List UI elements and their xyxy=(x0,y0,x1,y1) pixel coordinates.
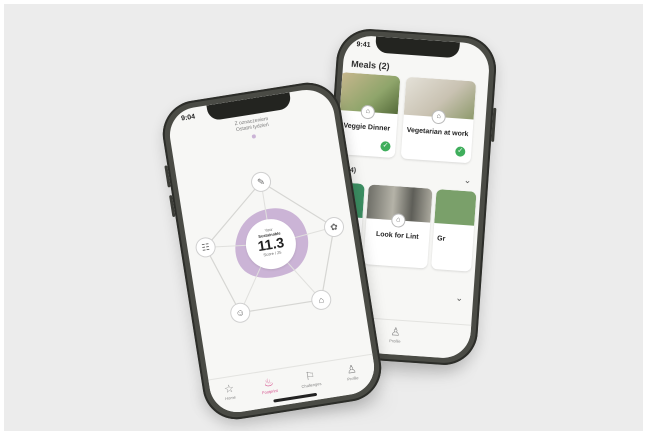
chevron-down-icon[interactable]: ⌄ xyxy=(455,293,463,304)
status-time: 9:04 xyxy=(180,113,196,123)
nav-item-challenges[interactable]: ⚐ Challenges xyxy=(294,368,326,390)
notch xyxy=(375,36,460,59)
meal-icon: ⌂ xyxy=(361,105,375,119)
side-button xyxy=(491,107,497,142)
side-button xyxy=(169,194,176,218)
nav-item-profile[interactable]: ♙ Profile xyxy=(380,325,411,345)
section-title: Meals (2) xyxy=(350,58,390,72)
meal-card-label: Gr xyxy=(436,235,446,243)
meal-card-label: Vegetarian at work xyxy=(406,126,469,139)
bottom-nav: ☆ Home ♨ Footprint ⚐ Challenges ♙ Profil… xyxy=(208,353,379,417)
meal-card-label: Look for Lint xyxy=(375,230,419,241)
nav-item-profile[interactable]: ♙ Profile xyxy=(336,362,368,384)
meal-icon: ⌂ xyxy=(391,214,405,227)
check-icon: ✓ xyxy=(380,141,391,152)
meal-card[interactable]: ⌂ Look for Lint xyxy=(363,184,433,269)
home-indicator xyxy=(273,392,318,403)
meal-card-label: Veggie Dinner xyxy=(343,122,391,133)
nav-item-home[interactable]: ☆ Home xyxy=(213,381,245,403)
chevron-down-icon[interactable]: ⌄ xyxy=(463,175,471,186)
meal-icon: ⌂ xyxy=(432,110,446,124)
meal-card[interactable]: ⌂ Vegetarian at work ✓ xyxy=(400,76,477,164)
nav-item-footprint[interactable]: ♨ Footprint xyxy=(253,375,285,397)
meal-card[interactable]: Gr xyxy=(431,189,477,272)
check-icon: ✓ xyxy=(454,146,466,157)
photo-background: 9:41 Meals (2) ⌂ Veggie Dinner ✓ ⌂ Veget… xyxy=(4,4,643,431)
side-button xyxy=(164,165,171,188)
meal-image xyxy=(434,189,477,226)
nav-label: Profile xyxy=(389,338,401,344)
status-time: 9:41 xyxy=(356,41,371,50)
page-indicator-dot xyxy=(251,134,257,139)
